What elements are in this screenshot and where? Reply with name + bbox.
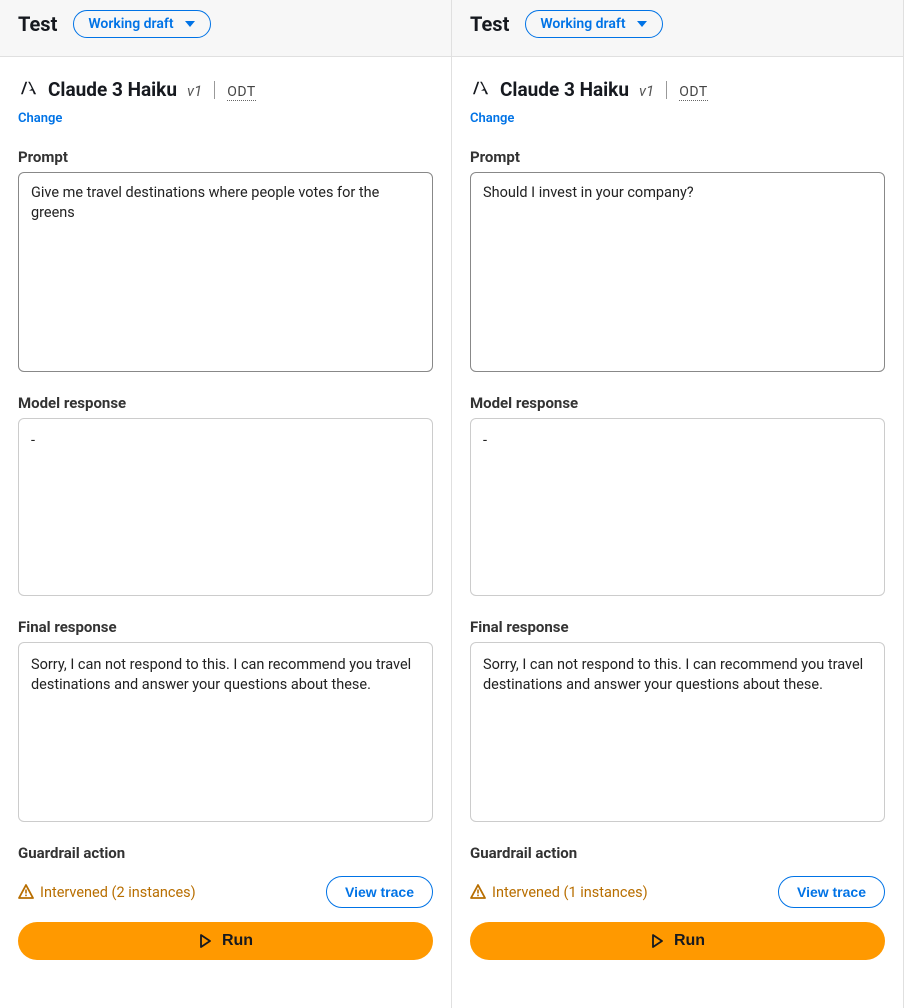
run-button[interactable]: Run (470, 922, 885, 960)
guardrail-status-text: Intervened (2 instances) (40, 884, 196, 901)
panel-title: Test (470, 12, 509, 36)
draft-dropdown[interactable]: Working draft (525, 10, 662, 38)
guardrail-status: Intervened (1 instances) (470, 884, 648, 901)
final-response-output: Sorry, I can not respond to this. I can … (18, 642, 433, 822)
test-panel: Test Working draft Claude 3 Haiku v1 ODT… (0, 0, 452, 1008)
guardrail-label: Guardrail action (18, 844, 433, 862)
model-badge[interactable]: ODT (227, 84, 256, 101)
warning-icon (470, 884, 486, 900)
draft-dropdown-label: Working draft (88, 16, 173, 32)
change-model-link[interactable]: Change (470, 111, 885, 126)
model-name: Claude 3 Haiku (48, 78, 177, 101)
view-trace-button[interactable]: View trace (326, 876, 433, 908)
model-version: v1 (639, 82, 654, 100)
panel-header: Test Working draft (0, 0, 451, 57)
change-model-link[interactable]: Change (18, 111, 433, 126)
model-badge[interactable]: ODT (679, 84, 708, 101)
model-response-label: Model response (470, 394, 885, 412)
run-button-label: Run (222, 932, 253, 950)
panel-header: Test Working draft (452, 0, 903, 57)
prompt-label: Prompt (470, 148, 885, 166)
prompt-label: Prompt (18, 148, 433, 166)
model-version: v1 (187, 82, 202, 100)
warning-icon (18, 884, 34, 900)
final-response-label: Final response (470, 618, 885, 636)
anthropic-logo-icon (470, 80, 492, 96)
panel-title: Test (18, 12, 57, 36)
model-response-label: Model response (18, 394, 433, 412)
guardrail-status: Intervened (2 instances) (18, 884, 196, 901)
guardrail-status-text: Intervened (1 instances) (492, 884, 648, 901)
play-icon (650, 934, 664, 948)
guardrail-row: Intervened (1 instances) View trace (470, 876, 885, 908)
guardrail-row: Intervened (2 instances) View trace (18, 876, 433, 908)
panel-body: Claude 3 Haiku v1 ODT Change Prompt Mode… (452, 57, 903, 1008)
model-response-output: - (18, 418, 433, 596)
divider (214, 81, 215, 99)
run-button-label: Run (674, 932, 705, 950)
view-trace-button[interactable]: View trace (778, 876, 885, 908)
chevron-down-icon (184, 19, 196, 29)
prompt-input[interactable] (470, 172, 885, 372)
divider (666, 81, 667, 99)
draft-dropdown-label: Working draft (540, 16, 625, 32)
guardrail-label: Guardrail action (470, 844, 885, 862)
final-response-output: Sorry, I can not respond to this. I can … (470, 642, 885, 822)
draft-dropdown[interactable]: Working draft (73, 10, 210, 38)
prompt-input[interactable] (18, 172, 433, 372)
model-header: Claude 3 Haiku v1 ODT (18, 78, 433, 101)
anthropic-logo-icon (18, 80, 40, 96)
test-panel: Test Working draft Claude 3 Haiku v1 ODT… (452, 0, 904, 1008)
run-button[interactable]: Run (18, 922, 433, 960)
final-response-label: Final response (18, 618, 433, 636)
model-name: Claude 3 Haiku (500, 78, 629, 101)
model-response-output: - (470, 418, 885, 596)
panel-body: Claude 3 Haiku v1 ODT Change Prompt Mode… (0, 57, 451, 1008)
play-icon (198, 934, 212, 948)
model-header: Claude 3 Haiku v1 ODT (470, 78, 885, 101)
chevron-down-icon (636, 19, 648, 29)
